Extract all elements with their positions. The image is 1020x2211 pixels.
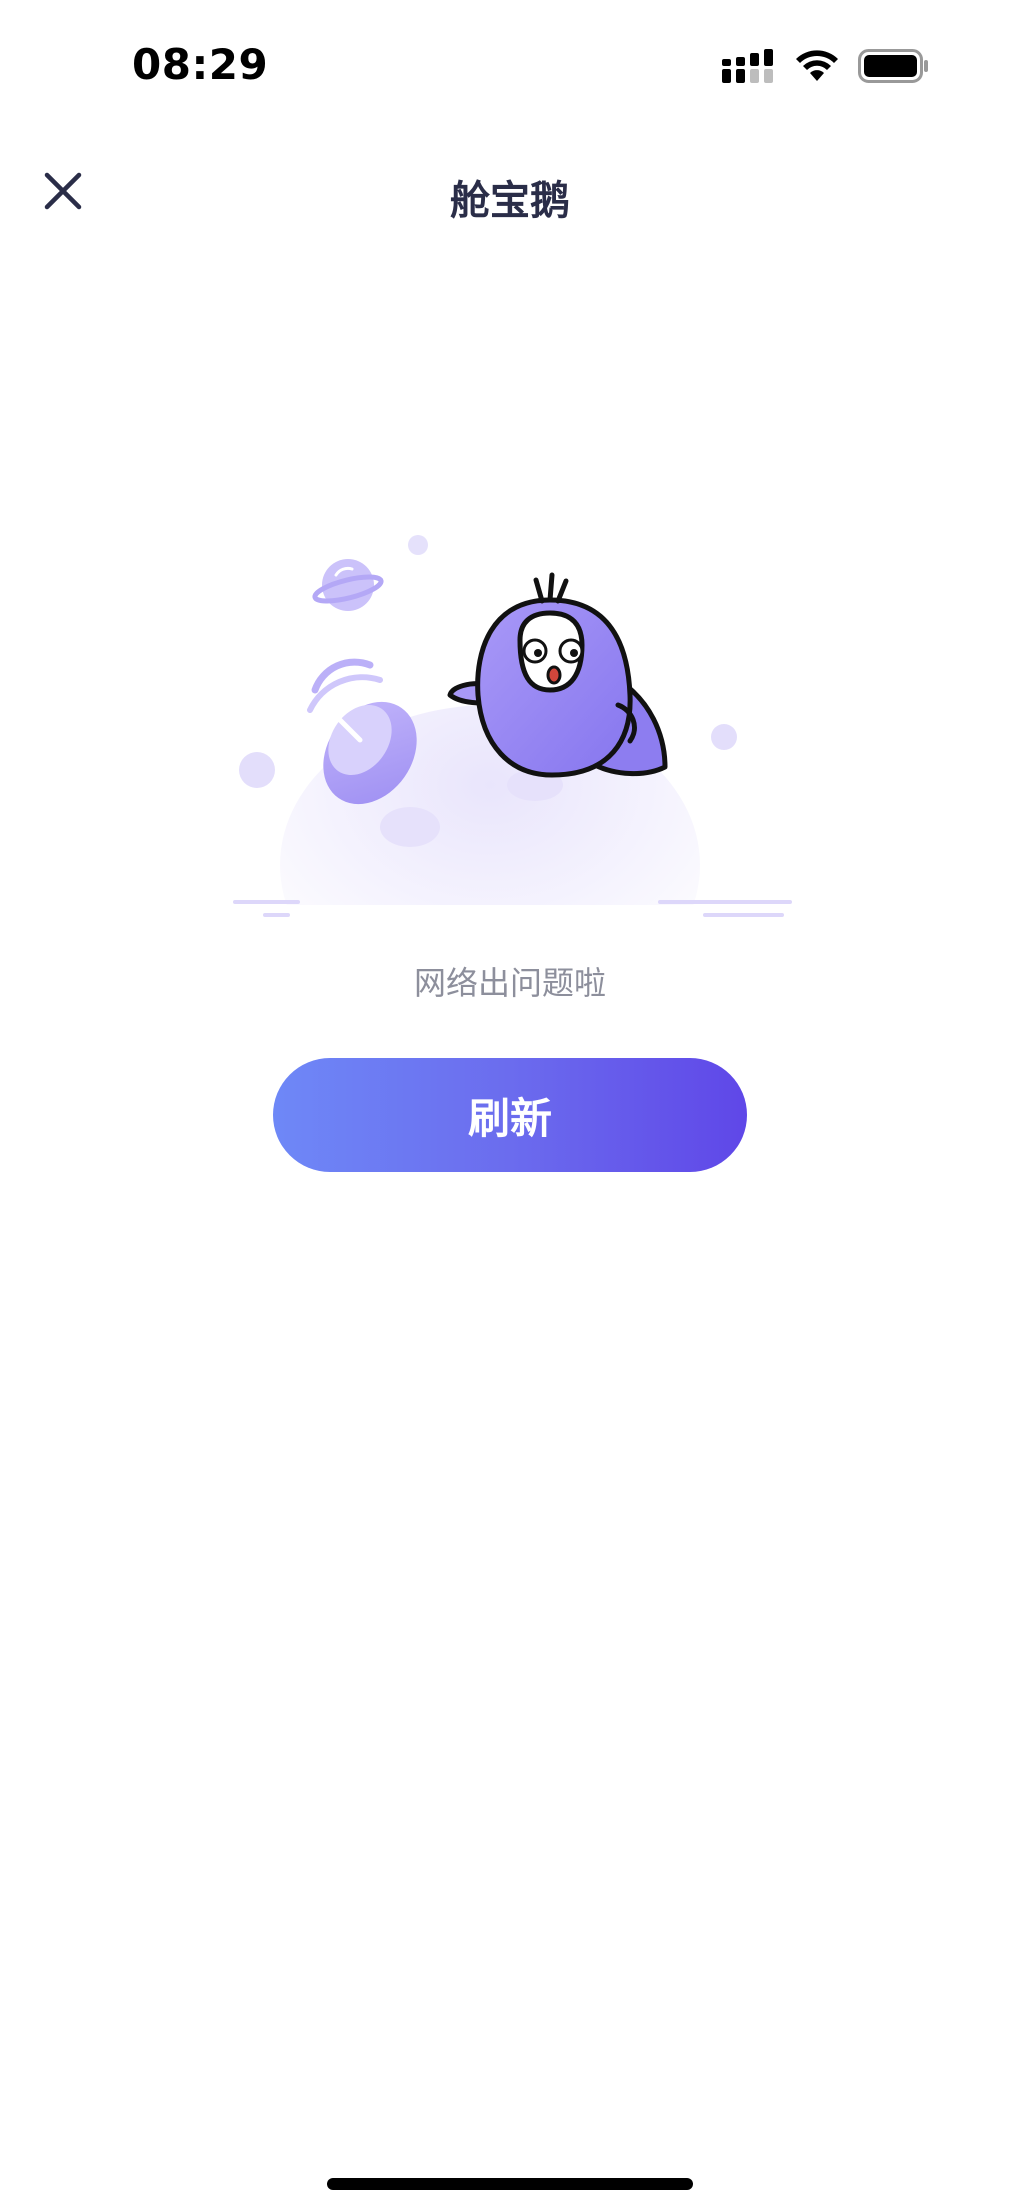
cellular-signal-icon: [722, 49, 776, 87]
nav-bar: 舱宝鹅: [0, 150, 1020, 240]
error-message: 网络出问题啦: [413, 964, 606, 1002]
ringed-planet-icon: [312, 559, 384, 611]
status-time: 08:29: [132, 40, 269, 89]
status-bar: 08:29: [0, 0, 1020, 130]
battery-icon: [858, 49, 930, 87]
home-indicator: [327, 2178, 693, 2190]
status-icons: [722, 48, 930, 88]
wifi-icon: [794, 49, 840, 87]
network-error-illustration: [220, 505, 800, 1025]
page-title: 舱宝鹅: [450, 178, 570, 224]
refresh-button[interactable]: 刷新: [273, 1058, 747, 1172]
